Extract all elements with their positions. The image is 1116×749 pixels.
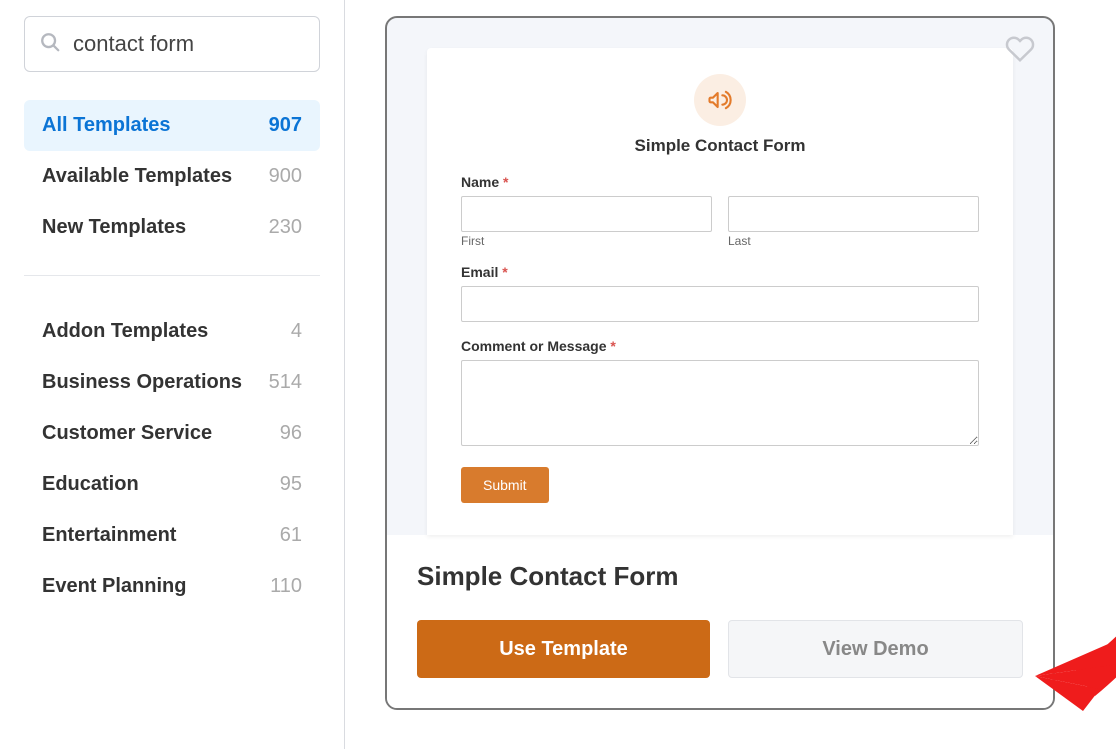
category-new-templates[interactable]: New Templates 230 <box>24 202 320 253</box>
last-name-input[interactable] <box>728 196 979 232</box>
category-all-templates[interactable]: All Templates 907 <box>24 100 320 151</box>
first-name-sublabel: First <box>461 234 712 248</box>
name-field-label: Name * <box>461 174 979 190</box>
card-footer: Simple Contact Form Use Template View De… <box>387 535 1053 708</box>
category-label: Event Planning <box>42 575 186 598</box>
search-field[interactable] <box>24 16 320 72</box>
template-title: Simple Contact Form <box>417 561 1023 592</box>
sidebar-divider <box>24 275 320 276</box>
category-count: 900 <box>269 165 302 188</box>
category-available-templates[interactable]: Available Templates 900 <box>24 151 320 202</box>
comment-input[interactable] <box>461 360 979 446</box>
comment-field-label: Comment or Message * <box>461 338 979 354</box>
form-preview-panel: Simple Contact Form Name * First Last <box>427 48 1013 535</box>
view-demo-button[interactable]: View Demo <box>728 620 1023 678</box>
category-label: Education <box>42 473 139 496</box>
category-addon-templates[interactable]: Addon Templates 4 <box>24 306 320 357</box>
category-customer-service[interactable]: Customer Service 96 <box>24 408 320 459</box>
category-count: 230 <box>269 216 302 239</box>
email-input[interactable] <box>461 286 979 322</box>
template-preview: Simple Contact Form Name * First Last <box>387 18 1053 535</box>
search-icon <box>39 31 73 58</box>
category-label: New Templates <box>42 216 186 239</box>
form-title: Simple Contact Form <box>461 136 979 156</box>
category-count: 95 <box>280 473 302 496</box>
category-count: 4 <box>291 320 302 343</box>
sidebar: All Templates 907 Available Templates 90… <box>24 16 344 749</box>
category-label: All Templates <box>42 114 171 137</box>
search-input[interactable] <box>73 31 305 57</box>
category-entertainment[interactable]: Entertainment 61 <box>24 510 320 561</box>
category-label: Customer Service <box>42 422 212 445</box>
category-count: 96 <box>280 422 302 445</box>
template-card: Simple Contact Form Name * First Last <box>385 16 1055 710</box>
category-label: Addon Templates <box>42 320 208 343</box>
first-name-input[interactable] <box>461 196 712 232</box>
submit-button[interactable]: Submit <box>461 467 549 503</box>
last-name-sublabel: Last <box>728 234 979 248</box>
email-field-label: Email * <box>461 264 979 280</box>
category-business-operations[interactable]: Business Operations 514 <box>24 357 320 408</box>
megaphone-icon <box>694 74 746 126</box>
category-label: Business Operations <box>42 371 242 394</box>
use-template-button[interactable]: Use Template <box>417 620 710 678</box>
category-count: 61 <box>280 524 302 547</box>
category-event-planning[interactable]: Event Planning 110 <box>24 561 320 612</box>
category-count: 110 <box>270 575 302 598</box>
category-count: 514 <box>269 371 302 394</box>
category-label: Entertainment <box>42 524 176 547</box>
category-label: Available Templates <box>42 165 232 188</box>
category-count: 907 <box>269 114 302 137</box>
favorite-button[interactable] <box>1005 34 1035 69</box>
category-education[interactable]: Education 95 <box>24 459 320 510</box>
main-panel: Simple Contact Form Name * First Last <box>345 16 1116 749</box>
